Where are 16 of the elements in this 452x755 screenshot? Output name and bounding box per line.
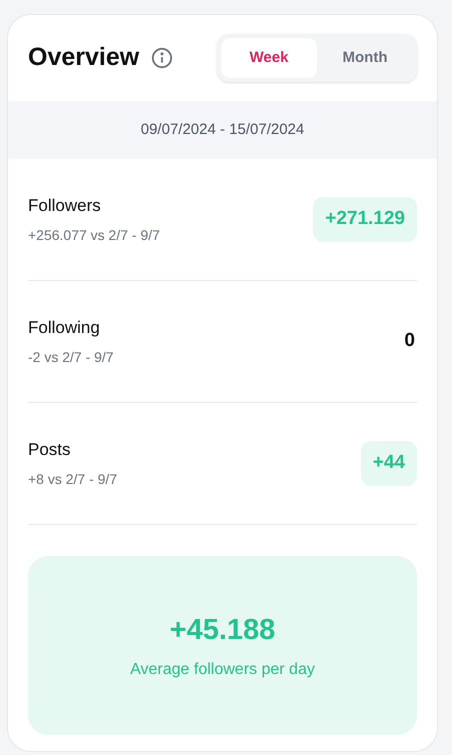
summary-value: +45.188: [170, 612, 276, 648]
stat-comparison: -2 vs 2/7 - 9/7: [28, 348, 114, 367]
card-title: Overview: [28, 42, 140, 74]
info-icon[interactable]: [151, 47, 174, 69]
stat-value: 0: [403, 329, 416, 354]
stat-value: +271.129: [313, 197, 417, 242]
stat-comparison: +8 vs 2/7 - 9/7: [28, 470, 118, 489]
period-tab[interactable]: Month: [317, 38, 413, 78]
stat-comparison: +256.077 vs 2/7 - 9/7: [28, 226, 160, 245]
date-range-bar: 09/07/2024 - 15/07/2024: [8, 101, 437, 159]
stat-label: Following: [28, 317, 101, 340]
stat-label: Followers: [28, 195, 102, 218]
period-tab[interactable]: Week: [221, 38, 317, 78]
summary-caption: Average followers per day: [130, 660, 315, 680]
stat-label: Posts: [28, 439, 72, 462]
stat-value: +44: [360, 441, 417, 486]
